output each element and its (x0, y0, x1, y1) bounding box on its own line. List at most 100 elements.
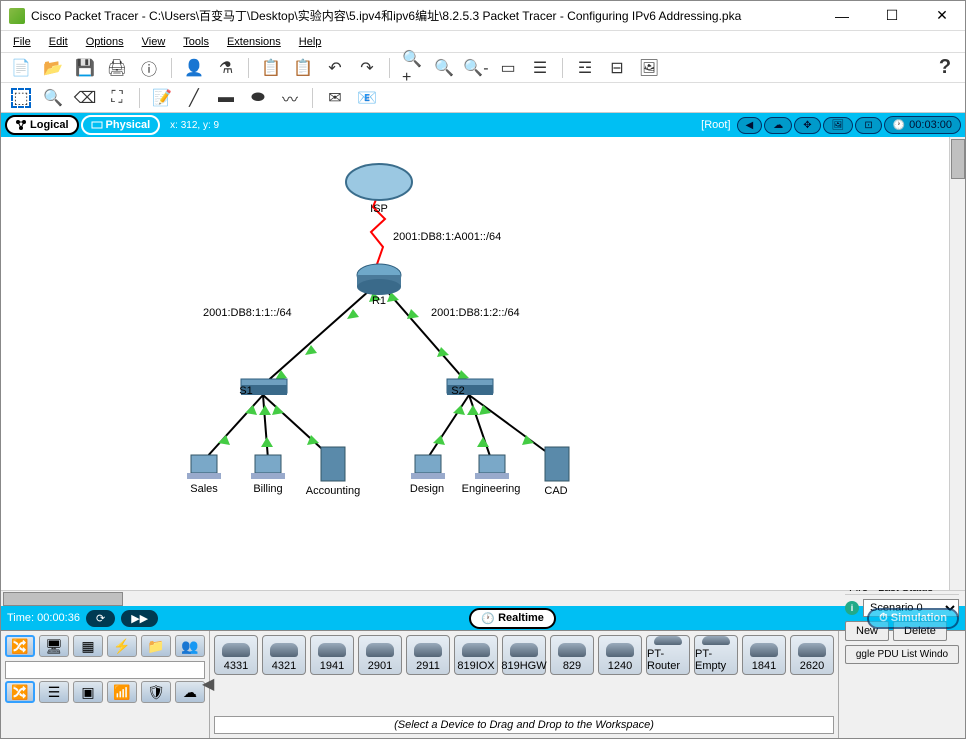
device-model-1941[interactable]: 1941 (310, 635, 354, 675)
help-icon[interactable]: ? (935, 58, 955, 78)
save-icon[interactable]: 💾 (75, 58, 95, 78)
device-model-4331[interactable]: 4331 (214, 635, 258, 675)
device-engineering[interactable] (475, 455, 509, 479)
subcategory-wan[interactable]: ☁ (175, 681, 205, 703)
topology-workspace[interactable]: ISP 2001:DB8:1:A001::/64 R1 2001:DB8:1:1… (1, 137, 965, 590)
maximize-button[interactable]: ☐ (877, 6, 907, 26)
print-icon[interactable]: 🖨 (107, 58, 127, 78)
tab-physical[interactable]: Physical (81, 115, 161, 135)
device-isp[interactable] (346, 164, 412, 200)
freeform-tool-icon[interactable]: 〰 (280, 88, 300, 108)
device-model-2901[interactable]: 2901 (358, 635, 402, 675)
device-accounting[interactable] (321, 447, 345, 481)
label-s2: S2 (451, 385, 464, 397)
device-model-829[interactable]: 829 (550, 635, 594, 675)
device-model-1240[interactable]: 1240 (598, 635, 642, 675)
device-model-819HGW[interactable]: 819HGW (502, 635, 546, 675)
paste-icon[interactable]: 📋 (293, 58, 313, 78)
link-s2-design[interactable] (427, 395, 469, 459)
link-r1-s1[interactable] (263, 282, 379, 385)
close-button[interactable]: ✕ (927, 6, 957, 26)
info-icon[interactable]: ⓘ (139, 58, 159, 78)
new-file-icon[interactable]: 📄 (11, 58, 31, 78)
custom-device-icon[interactable]: ⊟ (607, 58, 627, 78)
drawing-rect-icon[interactable]: ▭ (498, 58, 518, 78)
link-s2-engineering[interactable] (469, 395, 491, 459)
zoom-in-icon[interactable]: 🔍+ (402, 58, 422, 78)
subcategory-switches[interactable]: ☰ (39, 681, 69, 703)
device-model-PT-Router[interactable]: PT-Router (646, 635, 690, 675)
move-button[interactable]: ✥ (794, 117, 820, 134)
drawing-palette-icon[interactable]: ☰ (530, 58, 550, 78)
back-button[interactable]: ◀ (737, 117, 763, 134)
copy-icon[interactable]: 📋 (261, 58, 281, 78)
complex-pdu-icon[interactable]: 📧 (357, 88, 377, 108)
subcategory-routers[interactable]: 🔀 (5, 681, 35, 703)
inspect-tool-icon[interactable]: 🔍 (43, 88, 63, 108)
note-tool-icon[interactable]: 📝 (152, 88, 172, 108)
category-name-field[interactable] (5, 661, 205, 679)
rect-tool-icon[interactable]: ▬ (216, 88, 236, 108)
category-end[interactable]: 🖥 (39, 635, 69, 657)
device-model-2911[interactable]: 2911 (406, 635, 450, 675)
menu-extensions[interactable]: Extensions (227, 36, 281, 48)
ellipse-tool-icon[interactable]: ⬬ (248, 88, 268, 108)
simple-pdu-icon[interactable]: ✉ (325, 88, 345, 108)
cluster-button[interactable]: ☁ (764, 117, 792, 134)
tab-realtime[interactable]: 🕐 Realtime (469, 608, 556, 629)
menu-help[interactable]: Help (299, 36, 322, 48)
menu-view[interactable]: View (142, 36, 166, 48)
device-model-1841[interactable]: 1841 (742, 635, 786, 675)
background-button[interactable]: 🖼 (823, 117, 854, 134)
tab-logical[interactable]: Logical (5, 115, 79, 135)
zoom-reset-icon[interactable]: 🔍 (434, 58, 454, 78)
scroll-left-icon[interactable]: ◀ (202, 674, 214, 694)
vertical-scrollbar[interactable] (949, 137, 965, 590)
power-cycle-button[interactable]: ⟳ (86, 610, 115, 627)
device-cad[interactable] (545, 447, 569, 481)
link-s1-sales[interactable] (205, 395, 263, 459)
open-file-icon[interactable]: 📂 (43, 58, 63, 78)
device-design[interactable] (411, 455, 445, 479)
menu-file[interactable]: File (13, 36, 31, 48)
device-model-2620[interactable]: 2620 (790, 635, 834, 675)
menu-edit[interactable]: Edit (49, 36, 68, 48)
viewport-button[interactable]: ⊡ (855, 117, 881, 134)
device-dialog-icon[interactable]: ☲ (575, 58, 595, 78)
fast-forward-button[interactable]: ▶▶ (121, 610, 158, 627)
category-connections[interactable]: ⚡ (107, 635, 137, 657)
redo-icon[interactable]: ↷ (357, 58, 377, 78)
toggle-pdu-list-button[interactable]: ggle PDU List Windo (845, 645, 959, 664)
select-tool-icon[interactable]: ⬚ (11, 88, 31, 108)
undo-icon[interactable]: ↶ (325, 58, 345, 78)
link-s2-cad[interactable] (469, 395, 556, 459)
tab-simulation[interactable]: ⏱ Simulation (867, 608, 959, 629)
device-model-PT-Empty[interactable]: PT-Empty (694, 635, 738, 675)
zoom-out-icon[interactable]: 🔍- (466, 58, 486, 78)
subcategory-hubs[interactable]: ▣ (73, 681, 103, 703)
subcategory-security[interactable]: 🛡 (141, 681, 171, 703)
category-multiuser[interactable]: 👥 (175, 635, 205, 657)
device-sales[interactable] (187, 455, 221, 479)
device-model-4321[interactable]: 4321 (262, 635, 306, 675)
delete-tool-icon[interactable]: ⌫ (75, 88, 95, 108)
line-tool-icon[interactable]: ╱ (184, 88, 204, 108)
beaker-icon[interactable]: ⚗ (216, 58, 236, 78)
image-icon[interactable]: 🖼 (639, 58, 659, 78)
category-components[interactable]: ▦ (73, 635, 103, 657)
device-billing[interactable] (251, 455, 285, 479)
category-misc1[interactable]: 📁 (141, 635, 171, 657)
link-s1-billing[interactable] (263, 395, 268, 459)
device-r1[interactable] (357, 264, 401, 295)
scenario-info-icon[interactable]: i (845, 601, 859, 615)
activity-wizard-icon[interactable]: 👤 (184, 58, 204, 78)
menu-tools[interactable]: Tools (183, 36, 209, 48)
horizontal-scrollbar[interactable] (1, 590, 965, 606)
resize-tool-icon[interactable]: ⛶ (107, 88, 127, 108)
menu-options[interactable]: Options (86, 36, 124, 48)
subcategory-wireless[interactable]: 📶 (107, 681, 137, 703)
minimize-button[interactable]: — (827, 6, 857, 26)
root-label[interactable]: [Root] (701, 119, 730, 131)
device-model-819IOX[interactable]: 819IOX (454, 635, 498, 675)
category-network[interactable]: 🔀 (5, 635, 35, 657)
